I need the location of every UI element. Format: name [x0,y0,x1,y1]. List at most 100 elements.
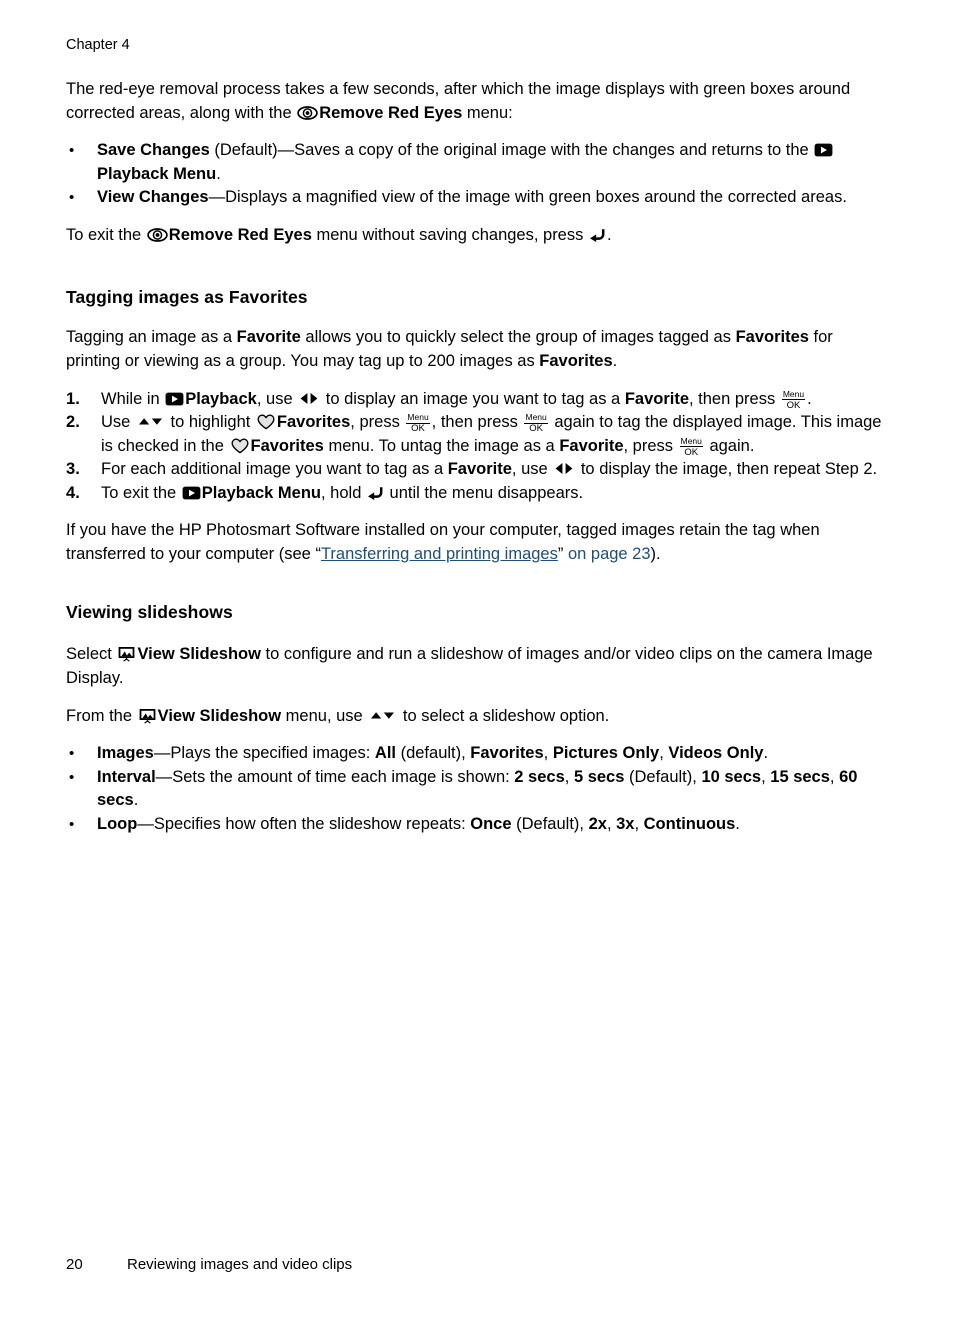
menu-ok-icon: Menu OK [524,412,548,434]
option-term-view-changes: View Changes [97,188,209,207]
running-head: Chapter 4 [66,37,130,53]
opt2-c: , [606,814,617,833]
step4-a: To exit the [101,483,181,502]
opt0-c: , [543,744,553,763]
fav-intro-a: Tagging an image as a [66,328,237,347]
opt1-value-5-secs: 5 secs [573,767,625,786]
option-text-a: (Default)—Saves a copy of the original i… [209,141,814,160]
opt2-e: . [735,814,740,833]
option-text-b: . [216,164,221,183]
playback-icon [165,392,184,406]
slideshow-paragraph-1: Select View Slideshow to configure and r… [66,643,890,690]
opt2-d: , [634,814,644,833]
option-term-loop: Loop [97,814,138,833]
fav-term-favorite: Favorite [236,328,301,347]
list-item: While in Playback, use to display an ima… [66,388,890,412]
document-page: Chapter 4 The red-eye removal process ta… [0,0,954,1321]
step2-h: menu. To untag the image as a [323,436,560,455]
back-arrow-icon [589,227,606,242]
menu-ok-top-label: Menu [781,388,806,400]
option-term-save-changes: Save Changes [97,141,210,160]
exit-text-d: . [606,225,612,244]
menu-ok-top-label: Menu [406,412,430,424]
opt0-value-all: All [374,744,396,763]
opt1-value-15-secs: 15 secs [770,767,830,786]
step2-a: Use [101,413,135,432]
exit-term-remove-red-eyes: Remove Red Eyes [168,225,312,244]
left-right-arrows-icon [299,391,319,406]
opt1-d: , [761,767,771,786]
step3-a: For each additional image you want to ta… [101,460,448,479]
opt2-b: (Default), [511,814,589,833]
link-on-page-23[interactable]: on page 23 [568,545,651,563]
red-eye-options-list: Save Changes (Default)—Saves a copy of t… [66,139,890,210]
opt1-value-10-secs: 10 secs [701,767,762,786]
ss2-c: menu, use [281,706,368,725]
opt0-value-pictures-only: Pictures Only [552,744,660,763]
opt1-f: . [133,791,139,810]
remove-red-eyes-icon [147,228,168,242]
ss2-a: From the [66,706,137,725]
fav-intro-c: allows you to quickly select the group o… [300,328,736,347]
opt1-c: (Default), [624,767,702,786]
exit-text-a: To exit the [66,225,146,244]
up-down-arrows-icon [137,415,164,428]
favorites-intro-paragraph: Tagging an image as a Favorite allows yo… [66,326,890,373]
list-item: Save Changes (Default)—Saves a copy of t… [66,139,890,186]
section-heading-tagging-favorites: Tagging images as Favorites [66,286,308,307]
opt0-d: , [659,744,669,763]
step2-j: , press [623,436,678,455]
step3-c: , use [511,460,553,479]
exit-text-c: menu without saving changes, press [311,225,588,244]
opt0-a: —Plays the specified images: [153,744,375,763]
note-text-b: ” [557,545,568,564]
step1-f: , then press [689,389,780,408]
link-transferring-and-printing-images[interactable]: Transferring and printing images [321,545,558,563]
option-term-playback-menu: Playback Menu [97,164,217,183]
menu-ok-icon: Menu OK [406,412,430,435]
list-item: Images—Plays the specified images: All (… [66,742,890,766]
menu-ok-top-label: Menu [524,412,548,424]
page-footer: 20 Reviewing images and video clips [66,1255,890,1275]
footer-page-number: 20 [66,1256,83,1273]
ss1-a: Select [66,645,117,664]
opt0-e: . [763,744,769,763]
fav-intro-g: . [612,351,618,370]
step4-d: until the menu disappears. [384,483,584,502]
playback-icon [814,143,833,157]
opt0-value-favorites: Favorites [470,744,544,763]
menu-ok-top-label: Menu [679,435,703,448]
favorites-heart-icon [257,414,275,430]
option-term-interval: Interval [97,767,156,786]
opt1-a: —Sets the amount of time each image is s… [155,767,515,786]
step1-term-playback: Playback [185,389,257,408]
opt2-value-2x: 2x [588,814,607,833]
menu-ok-icon: Menu OK [679,435,703,458]
opt2-value-3x: 3x [616,814,635,833]
opt0-value-videos-only: Videos Only [668,744,764,763]
list-item: Loop—Specifies how often the slideshow r… [66,813,890,837]
step1-a: While in [101,389,165,408]
intro-term-remove-red-eyes: Remove Red Eyes [319,103,463,122]
section-heading-viewing-slideshows: Viewing slideshows [66,601,233,622]
opt2-value-once: Once [470,814,512,833]
step1-d: to display an image you want to tag as a [321,389,625,408]
step1-term-favorite: Favorite [624,389,689,408]
step4-term-playback-menu: Playback Menu [201,483,322,502]
remove-red-eyes-icon [297,105,318,120]
playback-icon [182,486,201,500]
opt2-value-continuous: Continuous [643,814,736,833]
footer-title: Reviewing images and video clips [127,1256,353,1273]
step2-e: , then press [431,413,523,432]
opt2-a: —Specifies how often the slideshow repea… [137,814,471,833]
fav-term-favorites-2: Favorites [539,351,613,370]
favorites-steps-list: While in Playback , use to display an ima… [66,388,890,506]
menu-ok-bottom-label: OK [411,423,425,435]
left-right-arrows-icon [554,461,574,476]
opt1-value-2-secs: 2 secs [514,767,565,786]
list-item: Use to highlight Favorites, press Menu OK… [66,411,890,458]
fav-term-favorites: Favorites [735,328,809,347]
opt1-e: , [829,767,840,786]
list-item: For each additional image you want to ta… [66,458,890,482]
step2-b: to highlight [165,413,255,432]
